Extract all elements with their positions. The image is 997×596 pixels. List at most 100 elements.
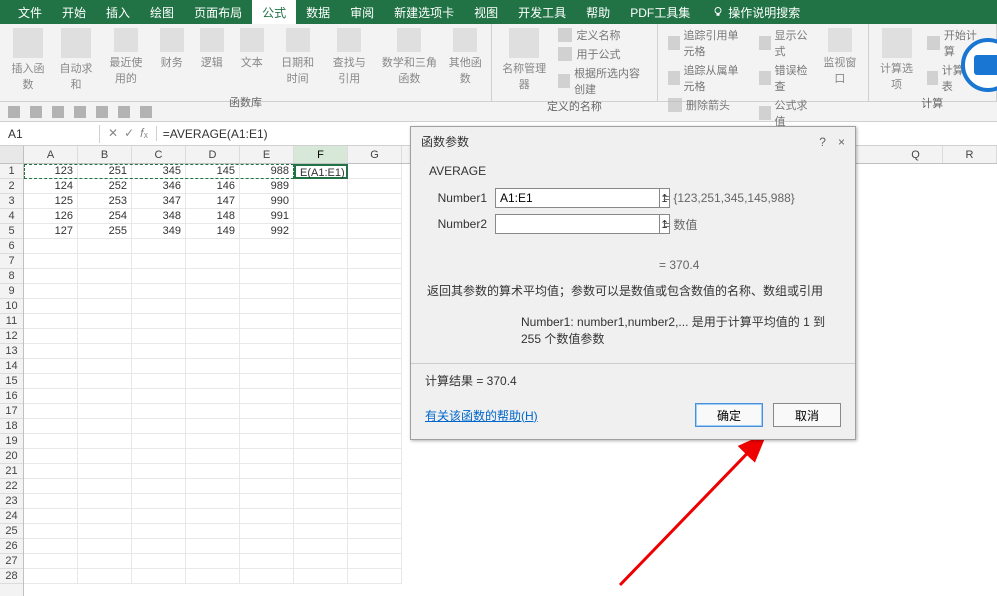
- cell-D9[interactable]: [186, 284, 240, 299]
- cell-A14[interactable]: [24, 359, 78, 374]
- menu-file[interactable]: 文件: [8, 0, 52, 25]
- row-header-28[interactable]: 28: [0, 569, 23, 584]
- cell-B12[interactable]: [78, 329, 132, 344]
- cell-G19[interactable]: [348, 434, 402, 449]
- cancel-icon[interactable]: ✕: [108, 126, 118, 141]
- cell-E27[interactable]: [240, 554, 294, 569]
- cell-B13[interactable]: [78, 344, 132, 359]
- qat-icon-7[interactable]: [140, 106, 152, 118]
- cell-D26[interactable]: [186, 539, 240, 554]
- cell-G27[interactable]: [348, 554, 402, 569]
- trace-precedents-button[interactable]: 追踪引用单元格: [664, 26, 751, 60]
- row-header-17[interactable]: 17: [0, 404, 23, 419]
- cell-F28[interactable]: [294, 569, 348, 584]
- define-name-button[interactable]: 定义名称: [554, 26, 651, 44]
- name-manager-button[interactable]: 名称管理器: [498, 26, 551, 94]
- watch-window-button[interactable]: 监视窗口: [818, 26, 861, 88]
- cell-E23[interactable]: [240, 494, 294, 509]
- cell-B9[interactable]: [78, 284, 132, 299]
- cell-D28[interactable]: [186, 569, 240, 584]
- cell-C13[interactable]: [132, 344, 186, 359]
- cell-C3[interactable]: 347: [132, 194, 186, 209]
- arg1-input[interactable]: [495, 188, 660, 208]
- cell-C14[interactable]: [132, 359, 186, 374]
- cell-D11[interactable]: [186, 314, 240, 329]
- cell-A13[interactable]: [24, 344, 78, 359]
- cell-F27[interactable]: [294, 554, 348, 569]
- cell-A22[interactable]: [24, 479, 78, 494]
- create-from-selection-button[interactable]: 根据所选内容创建: [554, 64, 651, 98]
- cell-F2[interactable]: [294, 179, 348, 194]
- row-header-18[interactable]: 18: [0, 419, 23, 434]
- col-header-r[interactable]: R: [943, 146, 997, 163]
- cell-B28[interactable]: [78, 569, 132, 584]
- cell-D14[interactable]: [186, 359, 240, 374]
- cell-E12[interactable]: [240, 329, 294, 344]
- cell-F5[interactable]: [294, 224, 348, 239]
- enter-icon[interactable]: ✓: [124, 126, 134, 141]
- cell-C28[interactable]: [132, 569, 186, 584]
- cell-B1[interactable]: 251: [78, 164, 132, 179]
- cell-C21[interactable]: [132, 464, 186, 479]
- col-header-A[interactable]: A: [24, 146, 78, 163]
- cell-F13[interactable]: [294, 344, 348, 359]
- row-header-27[interactable]: 27: [0, 554, 23, 569]
- cell-G10[interactable]: [348, 299, 402, 314]
- cell-B27[interactable]: [78, 554, 132, 569]
- row-header-24[interactable]: 24: [0, 509, 23, 524]
- cell-G23[interactable]: [348, 494, 402, 509]
- cell-G16[interactable]: [348, 389, 402, 404]
- cell-B22[interactable]: [78, 479, 132, 494]
- row-header-2[interactable]: 2: [0, 179, 23, 194]
- cell-F26[interactable]: [294, 539, 348, 554]
- cell-A23[interactable]: [24, 494, 78, 509]
- cell-G24[interactable]: [348, 509, 402, 524]
- cell-B7[interactable]: [78, 254, 132, 269]
- tell-me[interactable]: 操作说明搜索: [700, 4, 800, 21]
- cell-A24[interactable]: [24, 509, 78, 524]
- cell-E14[interactable]: [240, 359, 294, 374]
- cell-C19[interactable]: [132, 434, 186, 449]
- row-header-14[interactable]: 14: [0, 359, 23, 374]
- cell-G17[interactable]: [348, 404, 402, 419]
- cancel-button[interactable]: 取消: [773, 403, 841, 427]
- cell-F18[interactable]: [294, 419, 348, 434]
- cell-D15[interactable]: [186, 374, 240, 389]
- cell-C5[interactable]: 349: [132, 224, 186, 239]
- cell-A27[interactable]: [24, 554, 78, 569]
- col-header-C[interactable]: C: [132, 146, 186, 163]
- cell-D4[interactable]: 148: [186, 209, 240, 224]
- cell-D17[interactable]: [186, 404, 240, 419]
- cell-A4[interactable]: 126: [24, 209, 78, 224]
- cell-F23[interactable]: [294, 494, 348, 509]
- cell-F10[interactable]: [294, 299, 348, 314]
- cell-G14[interactable]: [348, 359, 402, 374]
- cell-C6[interactable]: [132, 239, 186, 254]
- cell-C15[interactable]: [132, 374, 186, 389]
- ok-button[interactable]: 确定: [695, 403, 763, 427]
- cell-D3[interactable]: 147: [186, 194, 240, 209]
- cell-C20[interactable]: [132, 449, 186, 464]
- dialog-close-icon[interactable]: ×: [838, 135, 845, 149]
- row-header-25[interactable]: 25: [0, 524, 23, 539]
- more-functions-button[interactable]: 其他函数: [446, 26, 485, 88]
- cell-C23[interactable]: [132, 494, 186, 509]
- cell-D8[interactable]: [186, 269, 240, 284]
- function-help-link[interactable]: 有关该函数的帮助(H): [425, 407, 538, 424]
- cell-E7[interactable]: [240, 254, 294, 269]
- cell-E19[interactable]: [240, 434, 294, 449]
- cell-A2[interactable]: 124: [24, 179, 78, 194]
- cell-D23[interactable]: [186, 494, 240, 509]
- trace-dependents-button[interactable]: 追踪从属单元格: [664, 61, 751, 95]
- cell-A12[interactable]: [24, 329, 78, 344]
- cell-E8[interactable]: [240, 269, 294, 284]
- menu-draw[interactable]: 绘图: [140, 0, 184, 25]
- cell-D7[interactable]: [186, 254, 240, 269]
- cell-B18[interactable]: [78, 419, 132, 434]
- cell-F9[interactable]: [294, 284, 348, 299]
- qat-redo-icon[interactable]: [52, 106, 64, 118]
- cell-F22[interactable]: [294, 479, 348, 494]
- cell-C24[interactable]: [132, 509, 186, 524]
- cell-F6[interactable]: [294, 239, 348, 254]
- cell-G21[interactable]: [348, 464, 402, 479]
